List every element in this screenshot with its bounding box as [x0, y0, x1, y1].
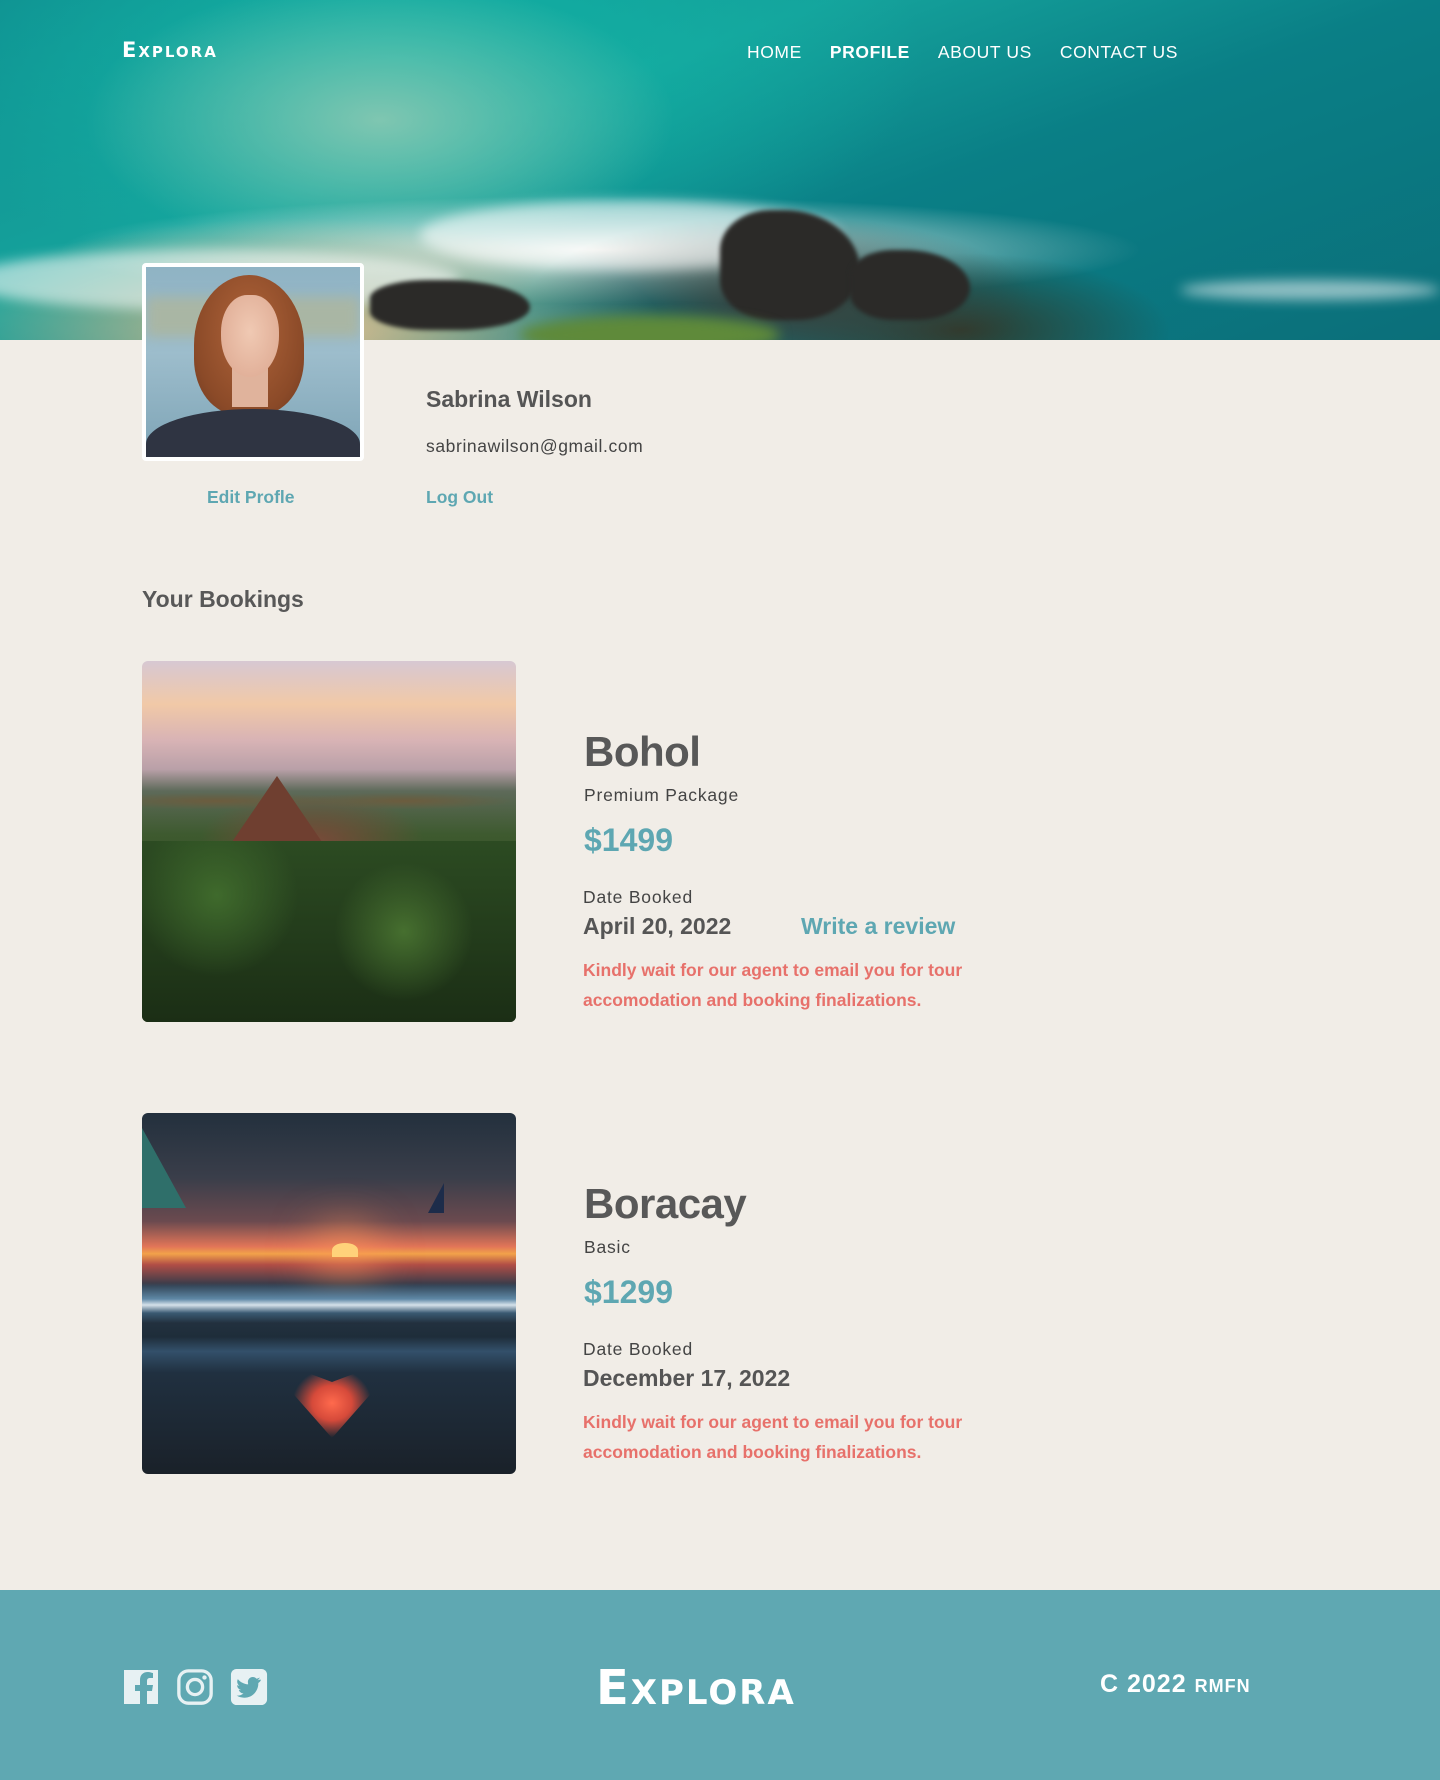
- booking-destination: Bohol: [584, 728, 701, 775]
- copyright: C 2022 RMFN: [1100, 1670, 1251, 1699]
- image-wave: [142, 1283, 516, 1323]
- main-nav: HOME PROFILE ABOUT US CONTACT US: [747, 42, 1178, 63]
- booking-date-label: Date Booked: [583, 1339, 693, 1359]
- image-sun: [332, 1243, 358, 1257]
- nav-profile[interactable]: PROFILE: [830, 42, 910, 63]
- profile-email: sabrinawilson@gmail.com: [426, 436, 644, 456]
- booking-note: Kindly wait for our agent to email you f…: [583, 960, 963, 1010]
- booking-price: $1499: [584, 822, 673, 858]
- nav-home[interactable]: HOME: [747, 42, 802, 63]
- twitter-icon[interactable]: [230, 1667, 268, 1707]
- hero-grass: [520, 315, 780, 340]
- booking-note: Kindly wait for our agent to email you f…: [583, 1412, 963, 1462]
- social-links: [122, 1667, 268, 1707]
- copyright-small: RMFN: [1194, 1676, 1251, 1696]
- image-boat: [428, 1183, 444, 1213]
- avatar-shirt: [146, 409, 360, 457]
- booking-date-label: Date Booked: [583, 887, 693, 907]
- booking-date: December 17, 2022: [583, 1365, 791, 1391]
- avatar-face: [221, 295, 279, 377]
- hero-foam: [1180, 280, 1440, 300]
- edit-profile-link[interactable]: Edit Profle: [207, 487, 295, 508]
- footer-logo[interactable]: Explora: [596, 1660, 796, 1716]
- site-logo[interactable]: Explora: [122, 38, 218, 62]
- nav-about-us[interactable]: ABOUT US: [938, 42, 1032, 63]
- instagram-icon[interactable]: [176, 1667, 214, 1707]
- profile-name: Sabrina Wilson: [426, 386, 592, 412]
- copyright-main: C 2022: [1100, 1670, 1187, 1698]
- write-review-link[interactable]: Write a review: [801, 913, 955, 940]
- nav-contact-us[interactable]: CONTACT US: [1060, 42, 1178, 63]
- site-footer: Explora C 2022 RMFN: [0, 1590, 1440, 1780]
- profile-avatar: [142, 263, 364, 461]
- image-hills: [142, 781, 516, 821]
- bookings-heading: Your Bookings: [142, 586, 304, 612]
- logout-link[interactable]: Log Out: [426, 487, 493, 508]
- booking-price: $1299: [584, 1274, 673, 1310]
- booking-date: April 20, 2022: [583, 913, 732, 939]
- booking-destination: Boracay: [584, 1180, 747, 1227]
- image-forest: [142, 841, 516, 1022]
- booking-package: Premium Package: [584, 785, 739, 805]
- hero-rock: [720, 210, 860, 320]
- image-heart-reflection: [292, 1371, 372, 1438]
- hero-rock: [850, 250, 970, 320]
- booking-image-bohol: [142, 661, 516, 1022]
- facebook-icon[interactable]: [122, 1667, 160, 1707]
- hero-rock: [370, 280, 530, 330]
- booking-package: Basic: [584, 1237, 631, 1257]
- image-sail: [142, 1128, 186, 1208]
- booking-image-boracay: [142, 1113, 516, 1474]
